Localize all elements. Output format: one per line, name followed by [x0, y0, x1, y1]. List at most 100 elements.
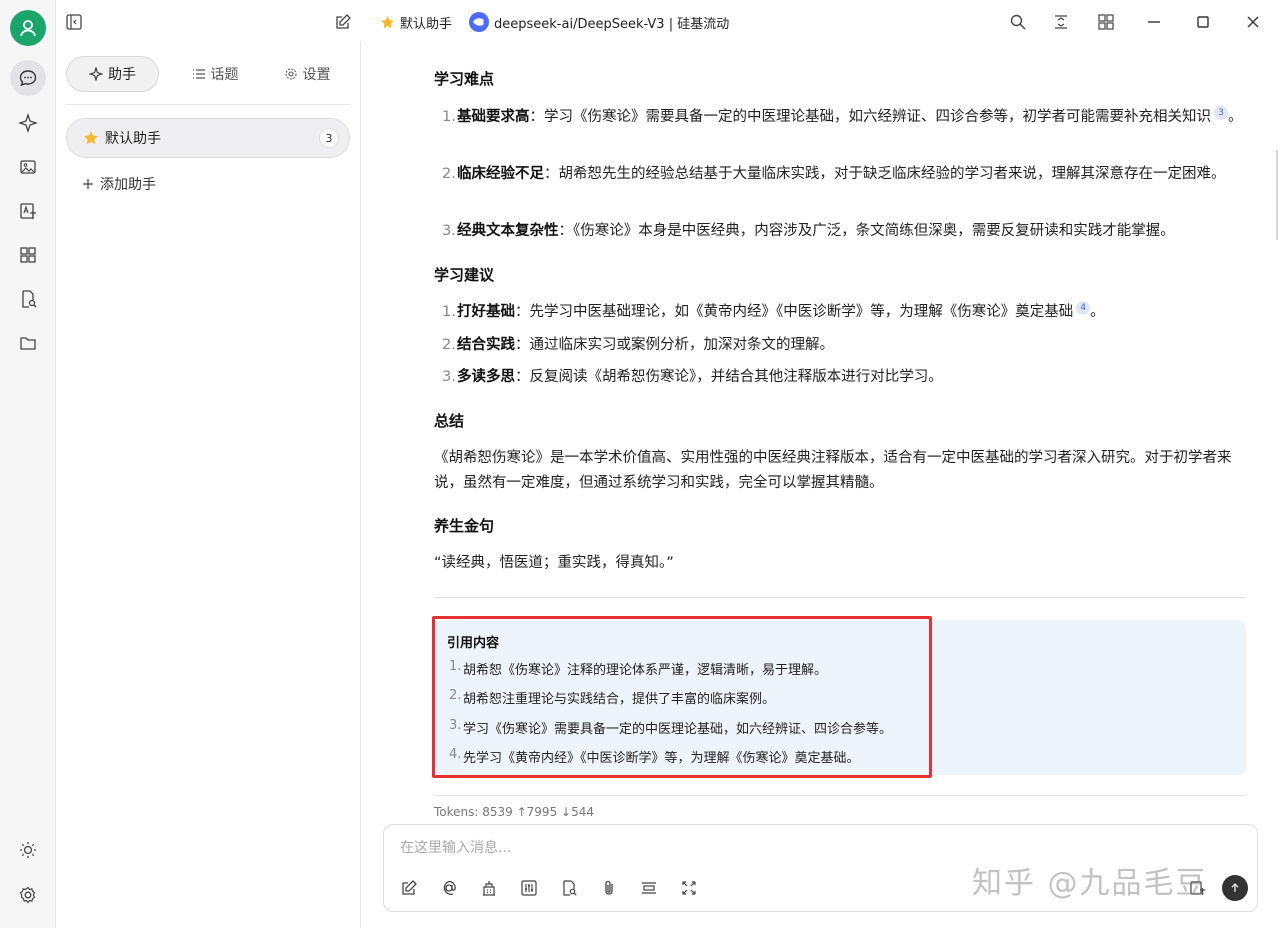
citation-item[interactable]: 2. 胡希恕注重理论与实践结合，提供了丰富的临床案例。 [449, 688, 775, 707]
list-number: 1. [442, 304, 456, 320]
maximize-icon [1197, 16, 1209, 28]
chat-bubble-icon [19, 70, 37, 87]
citation-number: 4. [449, 747, 462, 762]
item-text: ：通过临床实习或案例分析，加深对条文的理解。 [515, 337, 834, 353]
plus-icon [83, 179, 93, 189]
scrollbar[interactable] [1276, 150, 1278, 240]
agents-nav-button[interactable] [10, 105, 46, 141]
expand-vertical-icon [1055, 15, 1067, 29]
model-crumb-label: deepseek-ai/DeepSeek-V3 | 硅基流动 [494, 16, 730, 32]
citation-item[interactable]: 3. 学习《伤寒论》需要具备一定的中医理论基础，如六经辨证、四诊合参等。 [449, 718, 892, 737]
divider [434, 597, 1246, 598]
doc-search-icon [563, 880, 577, 896]
deepseek-logo-icon [469, 12, 489, 32]
message-input[interactable] [400, 837, 1000, 859]
sun-icon [20, 842, 36, 858]
gear-icon [284, 68, 297, 80]
item-text: ：《伤寒论》本身是中医经典，内容涉及广泛，条文简练但深奥，需要反复研读和实践才能… [558, 223, 1175, 239]
add-assistant-button[interactable]: 添加助手 [82, 174, 156, 194]
edit-icon [336, 14, 351, 29]
tab-assistants[interactable]: 助手 [66, 56, 159, 92]
settings-nav-button[interactable] [10, 877, 46, 913]
send-button[interactable] [1222, 875, 1248, 901]
grid-icon [1098, 14, 1114, 30]
model-crumb[interactable]: deepseek-ai/DeepSeek-V3 | 硅基流动 [469, 12, 729, 32]
expand-icon [682, 881, 696, 895]
assistant-item-default[interactable]: 默认助手 3 [66, 118, 350, 158]
list-icon [192, 69, 205, 79]
mention-model-tool[interactable] [438, 877, 460, 899]
new-topic-tool[interactable] [398, 877, 420, 899]
list-number: 2. [442, 166, 456, 182]
citation-badge[interactable]: 3 [1214, 106, 1228, 121]
tab-topics[interactable]: 话题 [170, 56, 260, 92]
list-item: 1. 基础要求高：学习《伤寒论》需要具备一定的中医理论基础，如六经辨证、四诊合参… [442, 105, 1246, 129]
apps-nav-button[interactable] [10, 237, 46, 273]
item-text: ：反复阅读《胡希恕伤寒论》，并结合其他注释版本进行对比学习。 [515, 369, 943, 385]
grid-icon [20, 247, 36, 263]
citation-title: 引用内容 [447, 636, 500, 651]
summary-text: 《胡希恕伤寒论》是一本学术价值高、实用性强的中医经典注释版本，适合有一定中医基础… [434, 450, 1232, 491]
toggle-sidebar-button[interactable] [64, 12, 84, 32]
motto-heading: 养生金句 [434, 517, 495, 535]
add-assistant-label: 添加助手 [100, 177, 156, 193]
tab-settings-label: 设置 [302, 67, 331, 83]
minimize-icon [1148, 21, 1160, 23]
gear-icon [19, 886, 36, 904]
assistant-panel: 助手 话题 设置 默认助手 3 添加助手 [56, 42, 361, 928]
attach-file-tool[interactable] [598, 877, 620, 899]
user-icon [20, 20, 36, 37]
list-item: 1. 打好基础：先学习中医基础理论，如《黄帝内经》《中医诊断学》等，为理解《伤寒… [442, 300, 1246, 324]
assistant-item-label: 默认助手 [105, 131, 161, 147]
citation-text: 先学习《黄帝内经》《中医诊断学》等，为理解《伤寒论》奠定基础。 [463, 751, 860, 766]
web-search-tool[interactable] [558, 877, 580, 899]
translate-nav-button[interactable] [10, 193, 46, 229]
citation-item[interactable]: 1. 胡希恕《伤寒论》注释的理论体系严谨，逻辑清晰，易于理解。 [449, 659, 827, 678]
chat-nav-button[interactable] [10, 60, 46, 96]
list-number: 3. [442, 223, 456, 239]
top-bar: 默认助手 deepseek-ai/DeepSeek-V3 | 硅基流动 [56, 0, 1280, 44]
minimize-button[interactable] [1144, 12, 1164, 32]
settings-tool[interactable] [518, 877, 540, 899]
item-bold: 经典文本复杂性 [457, 223, 559, 239]
expand-input-tool[interactable] [678, 877, 700, 899]
list-number: 1. [442, 109, 456, 125]
knowledge-nav-button[interactable] [10, 281, 46, 317]
citation-text: 胡希恕《伤寒论》注释的理论体系严谨，逻辑清晰，易于理解。 [463, 663, 828, 678]
panel-divider [66, 104, 350, 105]
building-icon [483, 881, 495, 896]
files-nav-button[interactable] [10, 325, 46, 361]
search-icon [1010, 14, 1026, 30]
layout-button[interactable] [1096, 12, 1116, 32]
item-bold: 多读多思 [457, 369, 515, 385]
section-heading: 学习建议 [434, 266, 495, 284]
list-item: 3. 经典文本复杂性：《伤寒论》本身是中医经典，内容涉及广泛，条文简练但深奥，需… [442, 219, 1246, 243]
close-button[interactable] [1243, 12, 1263, 32]
theme-toggle-button[interactable] [10, 832, 46, 868]
knowledge-base-tool[interactable] [478, 877, 500, 899]
tab-settings[interactable]: 设置 [262, 56, 352, 92]
maximize-button[interactable] [1193, 12, 1213, 32]
edit-icon [402, 880, 417, 895]
search-button[interactable] [1008, 12, 1028, 32]
citation-badge[interactable]: 4 [1076, 301, 1091, 316]
narrow-mode-button[interactable] [1051, 12, 1071, 32]
list-item: 2. 临床经验不足：胡希恕先生的经验总结基于大量临床实践，对于缺乏临床经验的学习… [442, 162, 1246, 186]
citation-text: 胡希恕注重理论与实践结合，提供了丰富的临床案例。 [463, 692, 776, 707]
citation-item[interactable]: 4. 先学习《黄帝内经》《中医诊断学》等，为理解《伤寒论》奠定基础。 [449, 747, 860, 766]
star-icon [381, 15, 394, 28]
citation-number: 2. [449, 688, 462, 703]
new-topic-button[interactable] [333, 12, 353, 32]
sparkle-icon [89, 67, 103, 81]
watermark: 知乎 @九品毛豆 [972, 866, 1208, 901]
user-avatar[interactable] [10, 10, 46, 46]
clear-context-tool[interactable] [638, 877, 660, 899]
image-icon [20, 160, 36, 174]
panel-tabs: 助手 话题 设置 [66, 56, 350, 92]
assistant-crumb[interactable]: 默认助手 [380, 12, 452, 32]
doc-search-icon [22, 290, 37, 308]
divider-icon [642, 882, 656, 894]
image-nav-button[interactable] [10, 149, 46, 185]
divider [434, 795, 1246, 796]
list-item: 3. 多读多思：反复阅读《胡希恕伤寒论》，并结合其他注释版本进行对比学习。 [442, 365, 1246, 389]
